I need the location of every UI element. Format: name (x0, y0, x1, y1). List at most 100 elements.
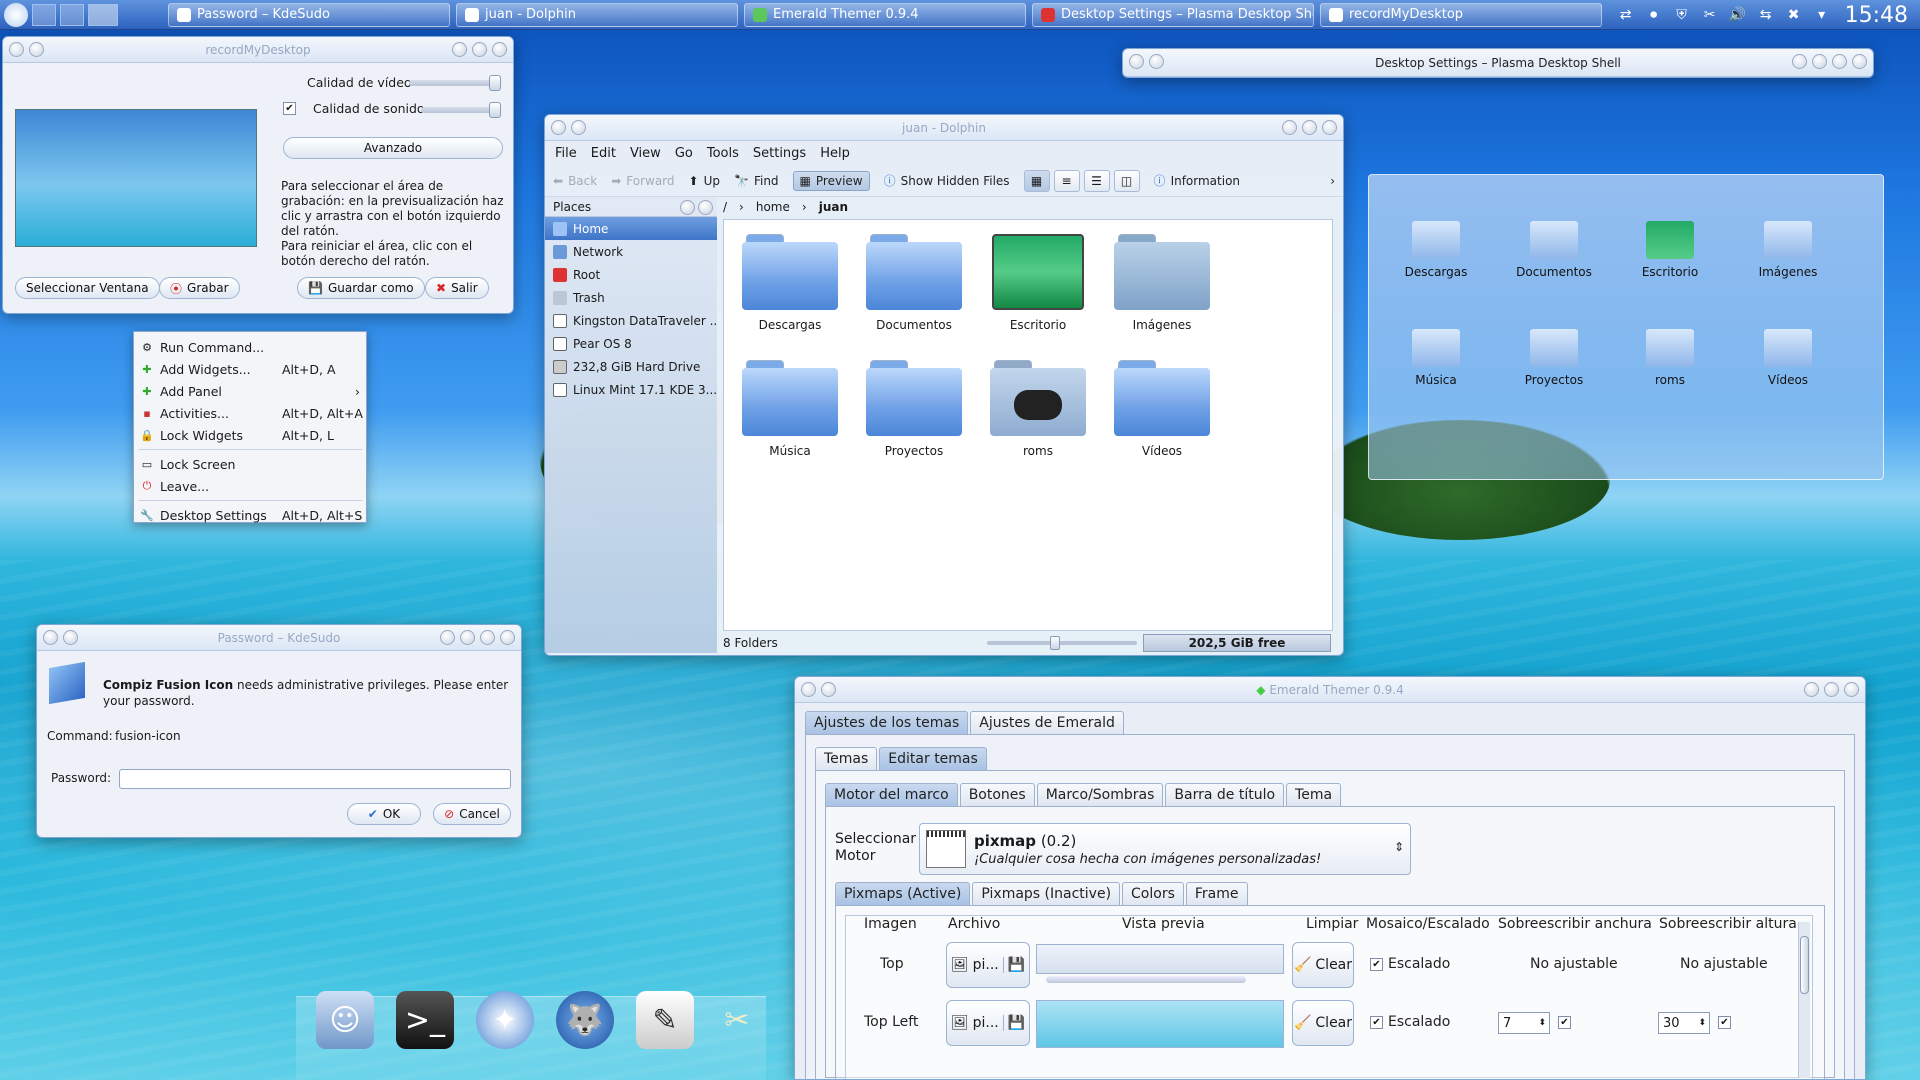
menu-go[interactable]: Go (675, 146, 693, 161)
mail-wolf-icon[interactable]: 🐺 (556, 991, 614, 1049)
row-topleft-file-button[interactable]: 🖼 pi... 💾 (946, 1000, 1030, 1046)
fv-documentos[interactable]: Documentos (1499, 221, 1609, 279)
home-folder-icon[interactable] (88, 3, 118, 26)
tab-motor-marco[interactable]: Motor del marco (825, 783, 958, 806)
text-editor-icon[interactable]: ✎ (636, 991, 694, 1049)
row-topleft-width-spin[interactable]: 7 ⬍ (1498, 1012, 1550, 1034)
network-icon[interactable]: ⇄ (1617, 6, 1635, 24)
quit-button[interactable]: ✖ Salir (425, 277, 489, 299)
minimize-button[interactable] (460, 630, 475, 645)
menu-item-lock-screen[interactable]: ▭ Lock Screen (134, 453, 366, 475)
details-view-button[interactable]: ☰ (1083, 169, 1110, 192)
minimize-button[interactable] (1282, 120, 1297, 135)
row-top-scale-checkbox[interactable]: ✔ (1370, 958, 1383, 971)
cancel-button[interactable]: ⊘ Cancel (433, 803, 511, 825)
browser-compass-icon[interactable]: ✦ (476, 991, 534, 1049)
fv-musica[interactable]: Música (1381, 329, 1491, 387)
breadcrumb-root[interactable]: / (723, 200, 727, 214)
menu-item-add-panel[interactable]: ✚ Add Panel › (134, 380, 366, 402)
show-hidden-files-button[interactable]: ⓘ Show Hidden Files (884, 172, 1010, 189)
zoom-slider[interactable] (987, 636, 1137, 650)
close-button[interactable] (1844, 682, 1859, 697)
folder-videos[interactable]: Vídeos (1102, 360, 1222, 458)
record-tray-icon[interactable]: ⏺ (1645, 6, 1663, 24)
advanced-button[interactable]: Avanzado (283, 137, 503, 159)
fv-videos[interactable]: Vídeos (1733, 329, 1843, 387)
help-button[interactable] (1792, 54, 1807, 69)
row-top-clear-button[interactable]: 🧹 Clear (1292, 942, 1354, 988)
toolbar-overflow-button[interactable]: › (1330, 174, 1335, 188)
clock[interactable]: 15:48 (1845, 3, 1908, 28)
slider-handle[interactable] (1049, 636, 1060, 650)
menu-tools[interactable]: Tools (707, 146, 739, 161)
sticky-button[interactable] (571, 120, 586, 135)
menu-view[interactable]: View (630, 146, 661, 161)
preview-toggle[interactable]: ▦ Preview (792, 170, 870, 191)
place-kingston[interactable]: Kingston DataTraveler ... (545, 309, 717, 332)
task-kdesudo[interactable]: Password – KdeSudo (168, 2, 450, 27)
minimize-button[interactable] (452, 42, 467, 57)
folder-documentos[interactable]: Documentos (854, 234, 974, 332)
terminal-icon[interactable]: >_ (396, 991, 454, 1049)
slider-handle[interactable] (488, 75, 501, 91)
breadcrumb-juan[interactable]: juan (819, 200, 848, 214)
emerald-titlebar[interactable]: ◆ Emerald Themer 0.9.4 (795, 677, 1865, 703)
chevron-down-icon[interactable]: ▾ (1813, 6, 1831, 24)
tab-temas[interactable]: Temas (815, 747, 878, 770)
maximize-button[interactable] (1824, 682, 1839, 697)
menu-item-leave[interactable]: ⏻ Leave... (134, 475, 366, 497)
fv-escritorio[interactable]: Escritorio (1615, 221, 1725, 279)
menu-button[interactable] (801, 682, 816, 697)
information-button[interactable]: ⓘ Information (1154, 172, 1240, 189)
table-scrollbar[interactable] (1798, 922, 1810, 1078)
sticky-button[interactable] (821, 682, 836, 697)
fv-proyectos[interactable]: Proyectos (1499, 329, 1609, 387)
maximize-button[interactable] (1832, 54, 1847, 69)
folder-descargas[interactable]: Descargas (730, 234, 850, 332)
minimize-button[interactable] (1812, 54, 1827, 69)
kdesudo-titlebar[interactable]: Password – KdeSudo (37, 625, 521, 651)
compact-view-button[interactable]: ≡ (1053, 169, 1080, 192)
close-button[interactable] (1322, 120, 1337, 135)
maximize-button[interactable] (1302, 120, 1317, 135)
sticky-button[interactable] (1149, 54, 1164, 69)
select-window-button[interactable]: Seleccionar Ventana (15, 277, 160, 299)
icons-view-button[interactable]: ▦ (1023, 169, 1050, 192)
menu-item-activities[interactable]: ▪ Activities... Alt+D, Alt+A (134, 402, 366, 424)
close-button[interactable] (492, 42, 507, 57)
breadcrumb-home[interactable]: home (756, 200, 790, 214)
tab-pixmaps-inactive[interactable]: Pixmaps (Inactive) (972, 882, 1121, 905)
place-linux-mint[interactable]: Linux Mint 17.1 KDE 3... (545, 378, 717, 401)
row-topleft-scale-checkbox[interactable]: ✔ (1370, 1016, 1383, 1029)
menu-item-lock-widgets[interactable]: 🔒 Lock Widgets Alt+D, L (134, 424, 366, 446)
row-topleft-height-checkbox[interactable]: ✔ (1718, 1016, 1731, 1029)
sticky-button[interactable] (63, 630, 78, 645)
pager-desktop-1[interactable] (32, 3, 56, 26)
tab-frame[interactable]: Frame (1185, 882, 1248, 905)
folder-proyectos[interactable]: Proyectos (854, 360, 974, 458)
forward-button[interactable]: ➡ Forward (611, 174, 674, 188)
fv-roms[interactable]: roms (1615, 329, 1725, 387)
save-as-button[interactable]: 💾 Guardar como (297, 277, 425, 299)
menu-settings[interactable]: Settings (753, 146, 806, 161)
maximize-button[interactable] (472, 42, 487, 57)
place-root[interactable]: Root (545, 263, 717, 286)
row-topleft-clear-button[interactable]: 🧹 Clear (1292, 1000, 1354, 1046)
tab-botones[interactable]: Botones (959, 783, 1035, 806)
row-topleft-height-spin[interactable]: 30 ⬍ (1658, 1012, 1710, 1034)
sound-quality-slider[interactable] (421, 102, 502, 118)
menu-button[interactable] (43, 630, 58, 645)
tab-colors[interactable]: Colors (1122, 882, 1184, 905)
menu-edit[interactable]: Edit (591, 146, 616, 161)
engine-select[interactable]: pixmap (0.2) ¡Cualquier cosa hecha con i… (919, 823, 1411, 875)
row-topleft-width-checkbox[interactable]: ✔ (1558, 1016, 1571, 1029)
menu-item-add-widgets[interactable]: ✚ Add Widgets... Alt+D, A (134, 358, 366, 380)
menu-button[interactable] (1129, 54, 1144, 69)
menu-item-run-command[interactable]: ⚙ Run Command... (134, 336, 366, 358)
float-icon[interactable] (680, 200, 695, 215)
maximize-button[interactable] (480, 630, 495, 645)
pager-desktop-2[interactable] (60, 3, 84, 26)
dolphin-titlebar[interactable]: juan - Dolphin (545, 115, 1343, 141)
split-view-button[interactable]: ◫ (1113, 169, 1140, 192)
task-recordmydesktop[interactable]: recordMyDesktop (1320, 2, 1602, 27)
